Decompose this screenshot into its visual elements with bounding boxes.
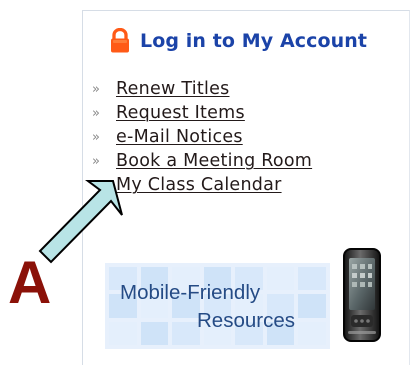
my-class-calendar-link[interactable]: My Class Calendar [116,175,282,195]
book-meeting-room-row[interactable]: » Book a Meeting Room [92,149,404,173]
account-heading[interactable]: Log in to My Account [108,27,367,54]
email-notices-row[interactable]: » e-Mail Notices [92,125,404,149]
bullet-icon: » [92,153,100,169]
renew-titles-row[interactable]: » Renew Titles [92,77,404,101]
email-notices-link[interactable]: e-Mail Notices [116,127,243,147]
request-items-link[interactable]: Request Items [116,103,245,123]
mobile-friendly-resources-banner[interactable]: Mobile-Friendly Resources [105,263,330,349]
background-tile [298,294,326,318]
bullet-icon: » [92,129,100,145]
tile-background [105,263,330,349]
book-meeting-room-link[interactable]: Book a Meeting Room [116,151,312,171]
background-tile [298,267,326,291]
background-tile [266,267,295,291]
mobile-friendly-label[interactable]: Mobile-Friendly [120,281,260,305]
library-account-screenshot: Log in to My Account » Renew Titles » Re… [0,0,420,365]
background-tile [140,321,169,345]
class-calendar-row[interactable]: My Class Calendar [92,173,404,197]
background-tile [172,321,200,345]
background-tile [298,321,326,345]
bullet-icon: » [92,105,100,121]
lock-icon [108,27,132,54]
request-items-row[interactable]: » Request Items [92,101,404,125]
account-links-list: » Renew Titles » Request Items » e-Mail … [92,77,404,197]
bullet-icon: » [92,81,100,97]
resources-label[interactable]: Resources [197,309,295,333]
login-my-account-link[interactable]: Log in to My Account [140,30,367,52]
smartphone-icon[interactable] [338,245,388,345]
annotation-letter-a: A [8,249,52,316]
background-tile [109,321,137,345]
renew-titles-link[interactable]: Renew Titles [116,79,230,99]
